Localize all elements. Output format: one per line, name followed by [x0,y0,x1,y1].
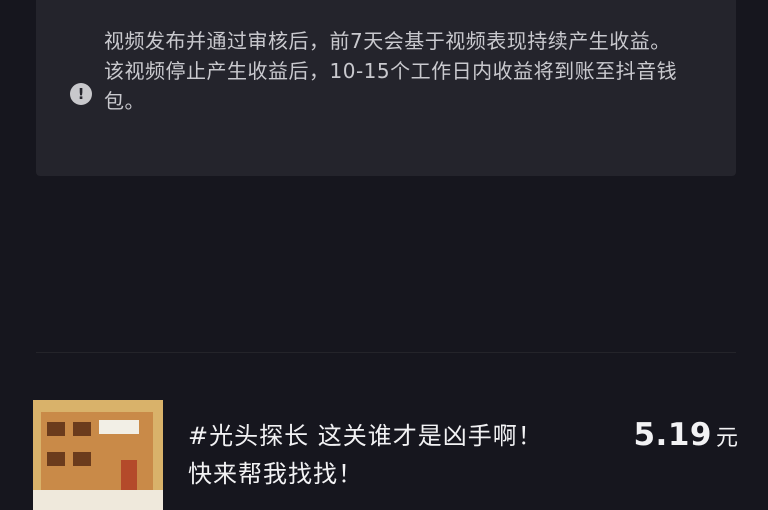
notice-line-2: 该视频停止产生收益后，10-15个工作日内收益将到账至抖音钱包。 [104,59,678,113]
earning-amount: 5.19 [633,417,712,453]
video-earning-row[interactable]: #光头探长 这关谁才是凶手啊！快来帮我找找！ 5.19 元 [0,395,768,510]
thumbnail-window [73,452,91,466]
video-earning: 5.19 元 [633,417,738,453]
video-thumbnail[interactable] [33,400,163,510]
notice-line-1: 视频发布并通过审核后，前7天会基于视频表现持续产生收益。 [104,29,671,53]
thumbnail-sign [99,420,139,434]
video-title[interactable]: #光头探长 这关谁才是凶手啊！快来帮我找找！ [188,417,558,493]
thumbnail-figure [121,460,137,490]
thumbnail-window [47,452,65,466]
revenue-notice-card: ! 视频发布并通过审核后，前7天会基于视频表现持续产生收益。 该视频停止产生收益… [36,0,736,176]
thumbnail-window [73,422,91,436]
exclamation-circle-icon: ! [70,83,92,105]
divider [36,352,736,353]
earning-unit: 元 [715,426,738,451]
thumbnail-window [47,422,65,436]
notice-text: 视频发布并通过审核后，前7天会基于视频表现持续产生收益。 该视频停止产生收益后，… [104,26,714,116]
thumbnail-strip [33,490,163,510]
